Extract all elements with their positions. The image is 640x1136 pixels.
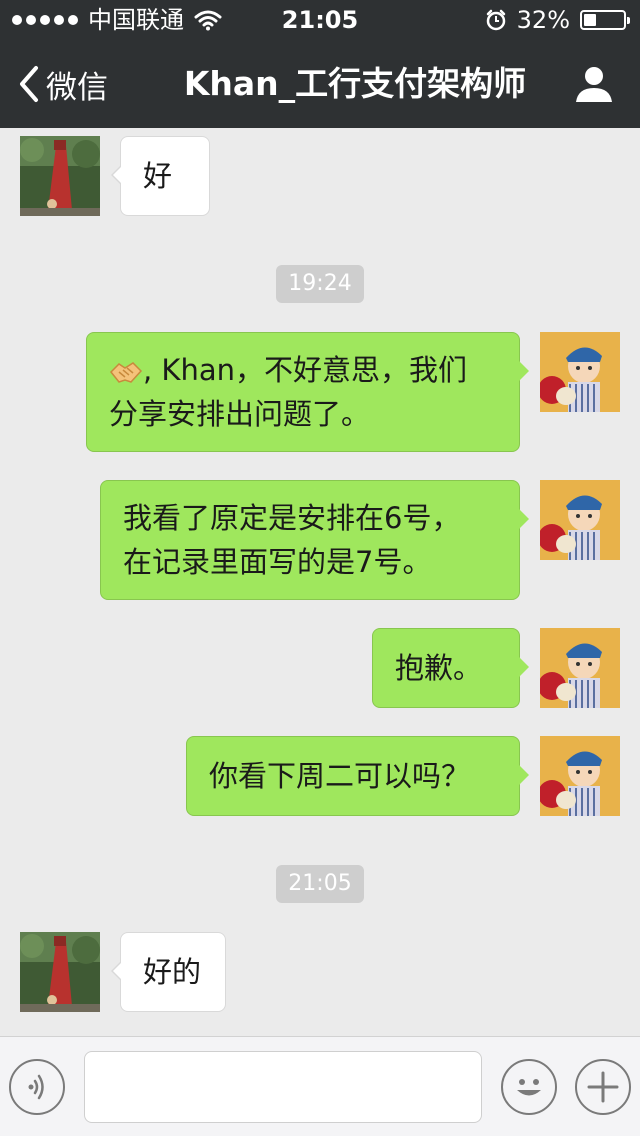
my-avatar[interactable]	[540, 628, 620, 708]
navigation-bar: 微信 Khan_工行支付架构师	[0, 40, 640, 128]
battery-fill	[584, 14, 596, 26]
contact-avatar-image	[20, 932, 100, 1012]
contact-avatar[interactable]	[20, 932, 100, 1012]
chevron-left-icon	[20, 66, 38, 102]
timestamp-label: 21:05	[276, 865, 364, 903]
input-bar	[0, 1036, 640, 1136]
timestamp-divider: 19:24	[0, 265, 640, 303]
battery-percentage: 32%	[516, 6, 570, 34]
chat-title: Khan_工行支付架构师	[183, 64, 527, 103]
message-text: 抱歉。	[395, 651, 483, 685]
status-bar: 中国联通 21:05 32%	[0, 0, 640, 40]
message-input[interactable]	[84, 1051, 482, 1123]
message-bubble-outgoing[interactable]: 我看了原定是安排在6号， 在记录里面写的是7号。	[100, 480, 529, 600]
message-bubble-outgoing[interactable]: 抱歉。	[372, 628, 529, 708]
my-avatar-image	[540, 332, 620, 412]
back-button[interactable]: 微信	[18, 40, 108, 128]
plus-icon	[587, 1071, 619, 1103]
message-text: 好的	[143, 955, 202, 989]
contact-avatar-image	[20, 136, 100, 216]
smiley-icon	[517, 1079, 541, 1096]
handshake-emoji-icon	[109, 362, 143, 383]
voice-icon	[28, 1074, 44, 1100]
message-bubble-outgoing[interactable]: 你看下周二可以吗？	[186, 736, 529, 816]
message-bubble-incoming[interactable]: 好的	[111, 932, 226, 1012]
my-avatar[interactable]	[540, 480, 620, 560]
message-text: 我看了原定是安排在6号， 在记录里面写的是7号。	[123, 501, 461, 579]
my-avatar[interactable]	[540, 332, 620, 412]
message-text: , Khan，不好意思，我们 分享安排出问题了。	[109, 353, 467, 431]
message-text: 好	[143, 159, 173, 193]
voice-input-button[interactable]	[9, 1059, 65, 1115]
top-bar: 中国联通 21:05 32% 微信 Khan_工行支付架构师	[0, 0, 640, 128]
message-text: 你看下周二可以吗？	[209, 759, 471, 793]
my-avatar-image	[540, 736, 620, 816]
contact-avatar[interactable]	[20, 136, 100, 216]
my-avatar[interactable]	[540, 736, 620, 816]
message-bubble-incoming[interactable]: 好	[111, 136, 210, 216]
timestamp-divider: 21:05	[0, 865, 640, 903]
alarm-clock-icon	[486, 9, 505, 31]
my-avatar-image	[540, 628, 620, 708]
more-functions-button[interactable]	[575, 1059, 631, 1115]
back-label: 微信	[46, 69, 108, 106]
timestamp-label: 19:24	[276, 265, 364, 303]
contact-profile-icon[interactable]	[574, 64, 614, 104]
emoji-button[interactable]	[501, 1059, 557, 1115]
message-bubble-outgoing[interactable]: , Khan，不好意思，我们 分享安排出问题了。	[86, 332, 529, 452]
my-avatar-image	[540, 480, 620, 560]
battery-icon	[580, 10, 630, 30]
